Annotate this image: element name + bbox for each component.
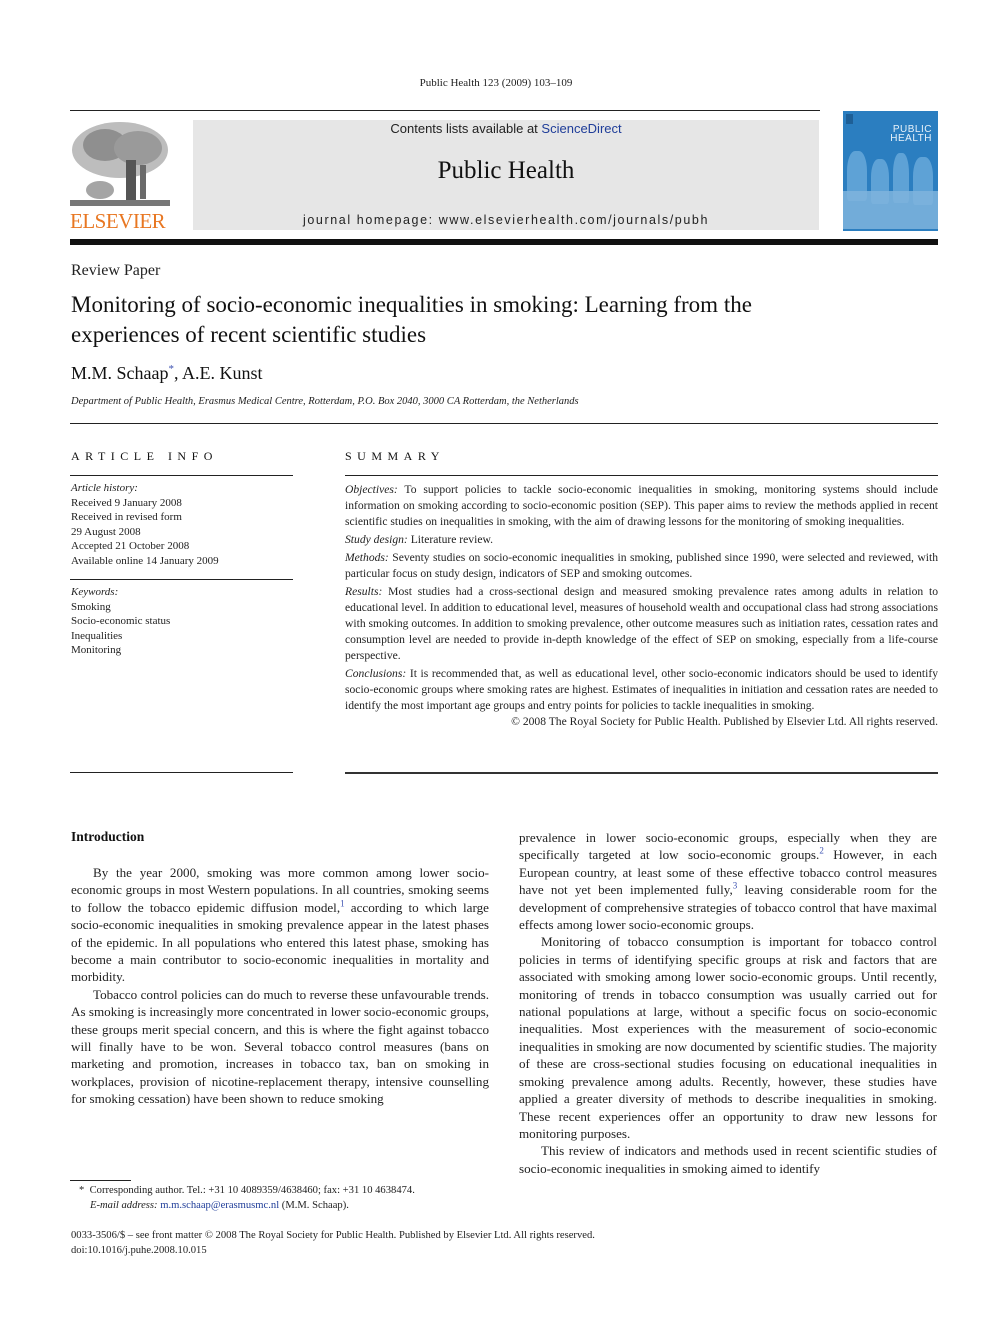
journal-cover-thumbnail[interactable]: PUBLIC HEALTH <box>843 111 938 231</box>
article-title: Monitoring of socio-economic inequalitie… <box>71 292 752 347</box>
footnote-marker: * <box>79 1185 85 1196</box>
keywords-heading: Keywords: <box>71 586 119 598</box>
elsevier-logo[interactable]: ELSEVIER <box>70 120 170 233</box>
cover-title-line: HEALTH <box>890 133 932 144</box>
summary-text: Literature review. <box>407 533 493 546</box>
issn-line: 0033-3506/$ – see front matter © 2008 Th… <box>71 1230 595 1241</box>
summary-text: Most studies had a cross-sectional desig… <box>345 585 938 662</box>
summary-text: To support policies to tackle socio-econ… <box>345 483 938 528</box>
footnote-line: * Corresponding author. Tel.: +31 10 408… <box>79 1184 415 1199</box>
masthead-thick-rule <box>70 239 938 245</box>
summary-divider <box>345 475 938 476</box>
summary-lead: Study design: <box>345 533 408 546</box>
journal-homepage[interactable]: journal homepage: www.elsevierhealth.com… <box>193 213 819 227</box>
history-item: Available online 14 January 2009 <box>71 554 219 567</box>
author-separator: , <box>174 363 183 383</box>
body-column-left: By the year 2000, smoking was more commo… <box>71 864 489 1108</box>
summary-divider <box>345 772 938 774</box>
history-item: Received in revised form <box>71 511 182 523</box>
front-matter: 0033-3506/$ – see front matter © 2008 Th… <box>71 1229 595 1258</box>
email-suffix: (M.M. Schaap). <box>279 1199 349 1211</box>
keyword-item: Smoking <box>71 600 111 613</box>
summary-results: Results: Most studies had a cross-sectio… <box>345 584 938 664</box>
body-paragraph: By the year 2000, smoking was more commo… <box>71 864 489 986</box>
body-paragraph: Monitoring of tobacco consumption is imp… <box>519 934 937 1141</box>
summary-lead: Methods: <box>345 551 389 564</box>
cover-band <box>843 191 938 229</box>
summary-heading: SUMMARY <box>345 449 445 463</box>
article-history-heading: Article history: <box>71 482 138 494</box>
summary-objectives: Objectives: To support policies to tackl… <box>345 482 938 530</box>
header-divider <box>70 110 820 111</box>
summary-lead: Conclusions: <box>345 667 407 680</box>
footnote-divider <box>70 1180 131 1181</box>
article-history: Article history: Received 9 January 2008… <box>71 481 293 568</box>
summary-lead: Results: <box>345 585 383 598</box>
article-info-divider <box>70 579 293 580</box>
doi[interactable]: doi:10.1016/j.puhe.2008.10.015 <box>71 1244 595 1259</box>
elsevier-tree-icon <box>70 120 170 208</box>
article-info-divider <box>70 772 293 773</box>
summary-copyright: © 2008 The Royal Society for Public Heal… <box>511 715 938 728</box>
history-item: 29 August 2008 <box>71 525 141 538</box>
keyword-item: Inequalities <box>71 629 123 642</box>
summary-text: It is recommended that, as well as educa… <box>345 667 938 712</box>
summary-text: Seventy studies on socio-economic inequa… <box>345 551 938 580</box>
summary-methods: Methods: Seventy studies on socio-econom… <box>345 550 938 582</box>
body-column-right: prevalence in lower socio-economic group… <box>519 829 937 1177</box>
author-list: M.M. Schaap*, A.E. Kunst <box>71 363 263 384</box>
email-link[interactable]: m.m.schaap@erasmusmc.nl <box>160 1200 279 1211</box>
footnote-line: E-mail address: m.m.schaap@erasmusmc.nl … <box>79 1199 415 1214</box>
keywords: Keywords: Smoking Socio-economic status … <box>71 585 293 658</box>
summary-lead: Objectives: <box>345 483 398 496</box>
body-paragraph: prevalence in lower socio-economic group… <box>519 829 937 933</box>
summary-study-design: Study design: Literature review. <box>345 532 938 548</box>
keyword-item: Socio-economic status <box>71 615 171 627</box>
affiliation: Department of Public Health, Erasmus Med… <box>71 396 579 407</box>
cover-title: PUBLIC HEALTH <box>890 125 932 144</box>
journal-reference: Public Health 123 (2009) 103–109 <box>419 77 573 89</box>
elsevier-wordmark: ELSEVIER <box>70 209 166 233</box>
sciencedirect-link[interactable]: ScienceDirect <box>541 121 621 136</box>
author-name[interactable]: M.M. Schaap <box>71 363 169 383</box>
history-item: Received 9 January 2008 <box>71 496 182 509</box>
section-heading-introduction: Introduction <box>71 829 145 844</box>
keyword-item: Monitoring <box>71 644 122 656</box>
contents-availability: Contents lists available at ScienceDirec… <box>193 121 819 136</box>
footnote-contact: Corresponding author. Tel.: +31 10 40893… <box>89 1185 415 1196</box>
author-name[interactable]: A.E. Kunst <box>182 363 263 383</box>
journal-masthead: Contents lists available at ScienceDirec… <box>193 120 819 230</box>
article-info-divider <box>70 475 293 476</box>
journal-title: Public Health <box>437 157 575 184</box>
summary-conclusions: Conclusions: It is recommended that, as … <box>345 666 938 714</box>
contents-prefix: Contents lists available at <box>390 121 538 136</box>
body-paragraph: Tobacco control policies can do much to … <box>71 986 489 1107</box>
history-item: Accepted 21 October 2008 <box>71 540 190 552</box>
email-label: E-mail address: <box>90 1199 158 1211</box>
title-divider <box>70 423 938 424</box>
corresponding-author-footnote: * Corresponding author. Tel.: +31 10 408… <box>79 1184 415 1213</box>
article-info-heading: ARTICLE INFO <box>71 449 218 463</box>
article-type: Review Paper <box>71 262 161 279</box>
body-paragraph: This review of indicators and methods us… <box>519 1143 937 1176</box>
cover-publisher-mark <box>846 114 853 124</box>
summary-abstract: Objectives: To support policies to tackl… <box>345 482 938 732</box>
